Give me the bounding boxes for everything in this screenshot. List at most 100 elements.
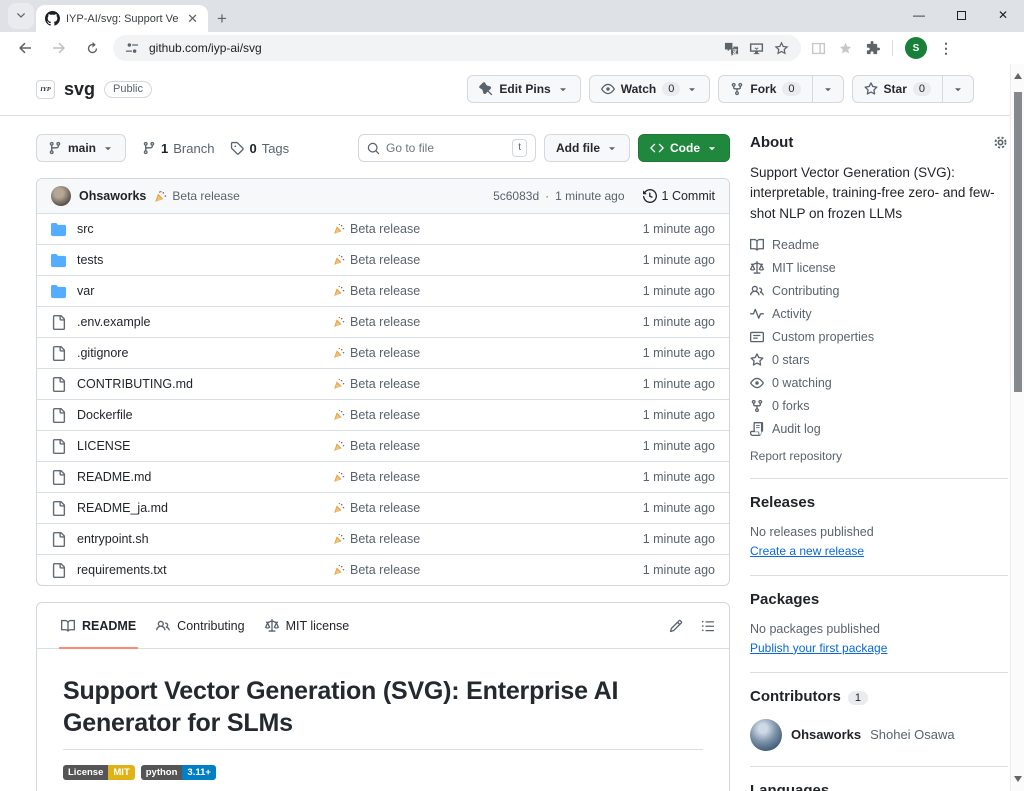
about-link-item[interactable]: 0 watching bbox=[750, 376, 1008, 391]
file-row[interactable]: README_ja.md Beta release 1 minute ago bbox=[37, 492, 729, 523]
about-link-item[interactable]: Readme bbox=[750, 238, 1008, 253]
code-button[interactable]: Code bbox=[638, 134, 730, 162]
file-commit-message[interactable]: Beta release bbox=[333, 439, 605, 453]
reload-button[interactable] bbox=[76, 41, 109, 56]
tags-link[interactable]: 0 Tags bbox=[230, 141, 289, 156]
commit-author[interactable]: Ohsaworks bbox=[79, 189, 146, 203]
browser-tab[interactable]: IYP-AI/svg: Support Vector Gen ✕ bbox=[36, 5, 208, 32]
file-name-link[interactable]: CONTRIBUTING.md bbox=[77, 377, 193, 391]
file-name-link[interactable]: src bbox=[77, 222, 94, 236]
file-commit-message[interactable]: Beta release bbox=[333, 501, 605, 515]
star-button[interactable]: Star 0 bbox=[852, 75, 943, 103]
file-commit-message[interactable]: Beta release bbox=[333, 346, 605, 360]
edit-pins-button[interactable]: Edit Pins bbox=[467, 75, 580, 103]
tab-close-icon[interactable]: ✕ bbox=[184, 11, 201, 26]
file-commit-message[interactable]: Beta release bbox=[333, 408, 605, 422]
extensions-icon[interactable] bbox=[865, 41, 880, 56]
new-tab-button[interactable]: + bbox=[217, 13, 227, 24]
file-name-link[interactable]: README_ja.md bbox=[77, 501, 168, 515]
scrollbar-thumb[interactable] bbox=[1014, 92, 1022, 392]
commit-sha[interactable]: 5c6083d bbox=[493, 189, 539, 203]
fork-button[interactable]: Fork 0 bbox=[718, 75, 812, 103]
file-commit-message[interactable]: Beta release bbox=[333, 377, 605, 391]
install-app-icon[interactable] bbox=[749, 41, 764, 56]
file-commit-message[interactable]: Beta release bbox=[333, 315, 605, 329]
window-maximize-button[interactable] bbox=[940, 0, 982, 30]
fork-dropdown-button[interactable] bbox=[813, 75, 844, 103]
window-close-button[interactable]: ✕ bbox=[982, 0, 1024, 30]
tab-search-button[interactable] bbox=[8, 3, 34, 29]
owner-avatar[interactable]: IYP bbox=[36, 80, 55, 99]
browser-menu-icon[interactable]: ⋮ bbox=[939, 40, 953, 57]
releases-title[interactable]: Releases bbox=[750, 494, 1008, 511]
about-link-item[interactable]: 0 forks bbox=[750, 399, 1008, 414]
about-link-item[interactable]: Audit log bbox=[750, 422, 1008, 437]
file-name-link[interactable]: README.md bbox=[77, 470, 151, 484]
license-badge[interactable]: License MIT bbox=[63, 765, 135, 780]
scroll-up-arrow[interactable] bbox=[1014, 73, 1022, 79]
report-repository-link[interactable]: Report repository bbox=[750, 449, 1008, 463]
file-commit-message[interactable]: Beta release bbox=[333, 222, 605, 236]
star-dropdown-button[interactable] bbox=[943, 75, 974, 103]
add-file-button[interactable]: Add file bbox=[544, 134, 630, 162]
scroll-down-arrow[interactable] bbox=[1014, 776, 1022, 782]
side-panel-icon[interactable] bbox=[811, 41, 826, 56]
publish-package-link[interactable]: Publish your first package bbox=[750, 641, 887, 655]
about-link-item[interactable]: 0 stars bbox=[750, 353, 1008, 368]
go-to-file-input[interactable] bbox=[386, 141, 506, 155]
pencil-icon[interactable] bbox=[669, 619, 683, 633]
file-row[interactable]: Dockerfile Beta release 1 minute ago bbox=[37, 399, 729, 430]
file-name-link[interactable]: LICENSE bbox=[77, 439, 131, 453]
file-commit-message[interactable]: Beta release bbox=[333, 253, 605, 267]
file-row[interactable]: tests Beta release 1 minute ago bbox=[37, 244, 729, 275]
tab-mit-license[interactable]: MIT license bbox=[255, 603, 360, 648]
contributors-title[interactable]: Contributors1 bbox=[750, 688, 1008, 705]
file-row[interactable]: var Beta release 1 minute ago bbox=[37, 275, 729, 306]
about-link-item[interactable]: MIT license bbox=[750, 261, 1008, 276]
file-row[interactable]: CONTRIBUTING.md Beta release 1 minute ag… bbox=[37, 368, 729, 399]
commit-history-link[interactable]: 1 Commit bbox=[643, 189, 715, 203]
window-minimize-button[interactable]: — bbox=[898, 0, 940, 30]
about-link-item[interactable]: Custom properties bbox=[750, 330, 1008, 345]
python-badge[interactable]: python 3.11+ bbox=[141, 765, 216, 780]
file-name-link[interactable]: .gitignore bbox=[77, 346, 128, 360]
packages-title[interactable]: Packages bbox=[750, 591, 1008, 608]
gear-icon[interactable] bbox=[993, 135, 1008, 150]
file-commit-message[interactable]: Beta release bbox=[333, 470, 605, 484]
tab-contributing[interactable]: Contributing bbox=[146, 603, 254, 648]
create-release-link[interactable]: Create a new release bbox=[750, 544, 864, 558]
contributor-row[interactable]: Ohsaworks Shohei Osawa bbox=[750, 719, 1008, 751]
branches-link[interactable]: 1 Branch bbox=[142, 141, 214, 156]
url-text[interactable]: github.com/iyp-ai/svg bbox=[149, 41, 714, 55]
profile-avatar[interactable]: S bbox=[905, 37, 927, 59]
file-commit-message[interactable]: Beta release bbox=[333, 563, 605, 577]
file-name-link[interactable]: entrypoint.sh bbox=[77, 532, 149, 546]
site-info-icon[interactable] bbox=[125, 41, 139, 55]
commit-author-avatar[interactable] bbox=[51, 186, 71, 206]
watch-button[interactable]: Watch 0 bbox=[589, 75, 711, 103]
file-row[interactable]: src Beta release 1 minute ago bbox=[37, 213, 729, 244]
repo-name[interactable]: svg bbox=[64, 79, 95, 100]
file-row[interactable]: .env.example Beta release 1 minute ago bbox=[37, 306, 729, 337]
back-button[interactable] bbox=[8, 40, 42, 56]
file-commit-message[interactable]: Beta release bbox=[333, 532, 605, 546]
file-name-link[interactable]: Dockerfile bbox=[77, 408, 133, 422]
bookmark-star-icon[interactable] bbox=[774, 41, 789, 56]
file-name-link[interactable]: .env.example bbox=[77, 315, 150, 329]
commit-message[interactable]: Beta release bbox=[154, 189, 239, 203]
file-row[interactable]: requirements.txt Beta release 1 minute a… bbox=[37, 554, 729, 585]
contributor-username[interactable]: Ohsaworks bbox=[791, 727, 861, 742]
about-link-item[interactable]: Contributing bbox=[750, 284, 1008, 299]
url-bar[interactable]: github.com/iyp-ai/svg bbox=[113, 35, 801, 61]
tab-readme[interactable]: README bbox=[51, 603, 146, 648]
file-name-link[interactable]: tests bbox=[77, 253, 103, 267]
file-row[interactable]: .gitignore Beta release 1 minute ago bbox=[37, 337, 729, 368]
file-name-link[interactable]: var bbox=[77, 284, 94, 298]
file-row[interactable]: entrypoint.sh Beta release 1 minute ago bbox=[37, 523, 729, 554]
page-scrollbar[interactable] bbox=[1010, 64, 1024, 791]
file-commit-message[interactable]: Beta release bbox=[333, 284, 605, 298]
about-link-item[interactable]: Activity bbox=[750, 307, 1008, 322]
translate-icon[interactable] bbox=[724, 41, 739, 56]
file-row[interactable]: README.md Beta release 1 minute ago bbox=[37, 461, 729, 492]
go-to-file-search[interactable]: t bbox=[358, 134, 536, 162]
